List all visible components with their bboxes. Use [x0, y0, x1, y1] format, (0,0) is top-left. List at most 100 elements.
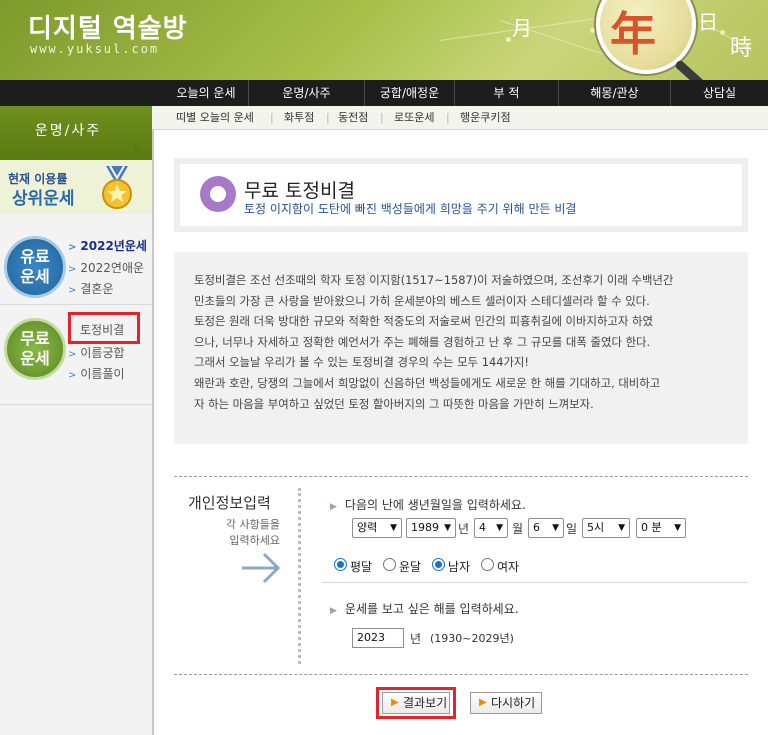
reset-button[interactable]: ▶ 다시하기 — [470, 692, 542, 714]
page-subtitle: 토정 이지함이 도탄에 빠진 백성들에게 희망을 주기 위해 만든 비결 — [244, 202, 577, 216]
sidebar-link-label: 이름궁합 — [80, 346, 125, 360]
birth-instruction-text: 다음의 난에 생년월일을 입력하세요. — [344, 498, 526, 512]
site-logo[interactable]: 디지털 역술방 — [28, 8, 188, 45]
form-top-divider — [174, 476, 748, 477]
calendar-type-value: 양력 — [357, 521, 378, 534]
chevron-right-icon: > — [68, 370, 77, 381]
description-line: 으나, 너무나 자세하고 정확한 예언서가 주는 폐해를 경험하고 난 후 그 … — [194, 334, 651, 349]
sidebar-link-label: 결혼운 — [80, 282, 114, 296]
description-line: 자 하는 마음을 부여하고 싶었던 토정 할아버지의 그 따뜻한 마음을 가만히… — [194, 396, 594, 411]
radio-yundal-label: 윤달 — [399, 560, 422, 574]
free-badge-line2: 운세 — [20, 349, 50, 368]
sidebar-section-header: 운명/사주 — [0, 106, 152, 160]
sidebar-link-name-reading[interactable]: > 이름풀이 — [68, 365, 125, 382]
nav-today-fortune[interactable]: 오늘의 운세 — [164, 80, 248, 106]
birth-day-select[interactable]: 6 ▼ — [528, 518, 564, 538]
birth-minute-value: 0 분 — [641, 521, 662, 534]
birth-month-select[interactable]: 4 ▼ — [474, 518, 508, 538]
rank-banner-big: 상위운세 — [12, 189, 75, 209]
subnav-separator: | — [446, 111, 450, 124]
form-inner-divider — [322, 582, 748, 583]
radio-yundal[interactable] — [383, 558, 396, 571]
month-char: 月 — [512, 16, 532, 40]
chevron-down-icon: ▼ — [674, 523, 681, 533]
radio-female[interactable] — [481, 558, 494, 571]
radio-male[interactable] — [432, 558, 445, 571]
day-char: 日 — [698, 10, 718, 34]
birth-hour-value: 5시 — [587, 521, 605, 534]
subnav-separator: | — [380, 111, 384, 124]
unit-year: 년 — [458, 522, 470, 536]
subnav-zodiac-today[interactable]: 띠별 오늘의 운세 — [176, 106, 254, 130]
nav-talisman[interactable]: 부 적 — [454, 80, 558, 106]
page-title: 무료 토정비결 — [244, 180, 355, 202]
birth-minute-select[interactable]: 0 분 ▼ — [636, 518, 686, 538]
sidebar-link-name-compat[interactable]: > 이름궁합 — [68, 344, 125, 361]
description-line: 토정비결은 조선 선조때의 학자 토정 이지함(1517~1587)이 저술하였… — [194, 273, 674, 287]
chevron-right-icon: > — [68, 264, 77, 275]
radio-male-label: 남자 — [448, 560, 471, 574]
description-line: 그래서 오늘날 우리가 볼 수 있는 토정비결 경우의 수는 모두 144가지! — [194, 355, 529, 370]
sidebar-link-marriage[interactable]: > 결혼운 — [68, 280, 114, 297]
highlight-tojeong-link — [68, 312, 140, 344]
free-badge-line1: 무료 — [20, 329, 50, 348]
subnav-lotto[interactable]: 로또운세 — [394, 106, 434, 130]
nav-counseling[interactable]: 상담실 — [670, 80, 768, 106]
radio-pyeongdal-label: 평달 — [350, 560, 373, 574]
chevron-down-icon: ▼ — [444, 523, 451, 533]
birth-day-value: 6 — [533, 521, 540, 534]
birth-year-select[interactable]: 1989 ▼ — [406, 518, 456, 538]
radio-pyeongdal[interactable] — [334, 558, 347, 571]
header-deco-dot — [720, 30, 725, 35]
chevron-down-icon: ▼ — [552, 523, 559, 533]
triangle-bullet-icon: ▶ — [330, 502, 337, 512]
header-deco-dot — [506, 37, 511, 42]
birth-month-value: 4 — [479, 521, 486, 534]
chevron-down-icon: ▼ — [496, 523, 503, 533]
subnav-coin[interactable]: 동전점 — [338, 106, 368, 130]
paid-badge-line1: 유료 — [20, 247, 50, 266]
sidebar-section-title: 운명/사주 — [34, 123, 102, 139]
arrow-right-icon — [242, 552, 281, 584]
year-instruction-text: 운세를 보고 싶은 해를 입력하세요. — [344, 602, 519, 616]
time-char: 時 — [730, 36, 753, 61]
description-line: 왜란과 호란, 당쟁의 그늘에서 희망없이 신음하던 백성들에게도 새로운 한 … — [194, 375, 661, 390]
sidebar-link-2022-fortune[interactable]: >2022년운세 — [68, 237, 147, 254]
chevron-right-icon: > — [68, 285, 77, 296]
sidebar-link-label: 2022연애운 — [80, 261, 145, 275]
description-box: 토정비결은 조선 선조때의 학자 토정 이지함(1517~1587)이 저술하였… — [174, 252, 748, 444]
form-note-line2: 입력하세요 — [229, 534, 280, 547]
chevron-right-icon: > — [68, 349, 77, 360]
birth-year-value: 1989 — [411, 521, 439, 534]
sidebar-link-label: 2022년운세 — [80, 239, 147, 253]
chevron-right-icon: > — [68, 242, 77, 253]
triangle-bullet-icon: ▶ — [330, 606, 337, 616]
nav-destiny-saju[interactable]: 운명/사주 — [248, 80, 364, 106]
medal-icon — [102, 166, 132, 209]
top-navigation: 오늘의 운세 운명/사주 궁합/애정운 부 적 해몽/관상 상담실 — [0, 80, 768, 106]
sidebar-divider — [0, 304, 152, 305]
target-year-range: (1930~2029년) — [430, 632, 514, 645]
birth-hour-select[interactable]: 5시 ▼ — [582, 518, 630, 538]
sub-navigation: 띠별 오늘의 운세 | 화투점 | 동전점 | 로또운세 | 행운쿠키점 — [152, 106, 768, 130]
sidebar-link-2022-love[interactable]: >2022연애운 — [68, 259, 144, 276]
sidebar-link-label: 이름풀이 — [80, 367, 125, 381]
sidebar-header-notch — [134, 143, 152, 160]
sidebar-divider — [0, 404, 152, 405]
form-vertical-separator — [298, 488, 301, 664]
title-circle-icon — [200, 176, 236, 212]
subnav-hwatu[interactable]: 화투점 — [284, 106, 314, 130]
subnav-separator: | — [326, 111, 330, 124]
sidebar-edge — [152, 130, 154, 735]
description-line: 토정은 원래 더욱 방대한 규모와 적확한 적중도의 저술로써 민간의 피흉취길… — [194, 314, 654, 329]
calendar-type-select[interactable]: 양력 ▼ — [352, 518, 402, 538]
nav-compatibility[interactable]: 궁합/애정운 — [364, 80, 454, 106]
arrow-right-icon: ▶ — [479, 697, 487, 708]
subnav-fortune-cookie[interactable]: 행운쿠키점 — [460, 106, 511, 130]
target-year-input[interactable]: 2023 — [352, 628, 404, 648]
unit-month: 월 — [512, 522, 524, 536]
year-instruction: ▶ 운세를 보고 싶은 해를 입력하세요. — [330, 600, 519, 617]
paid-badge-line2: 운세 — [20, 267, 50, 286]
nav-dream-physiognomy[interactable]: 해몽/관상 — [558, 80, 670, 106]
paid-fortune-badge: 유료 운세 — [4, 236, 66, 298]
